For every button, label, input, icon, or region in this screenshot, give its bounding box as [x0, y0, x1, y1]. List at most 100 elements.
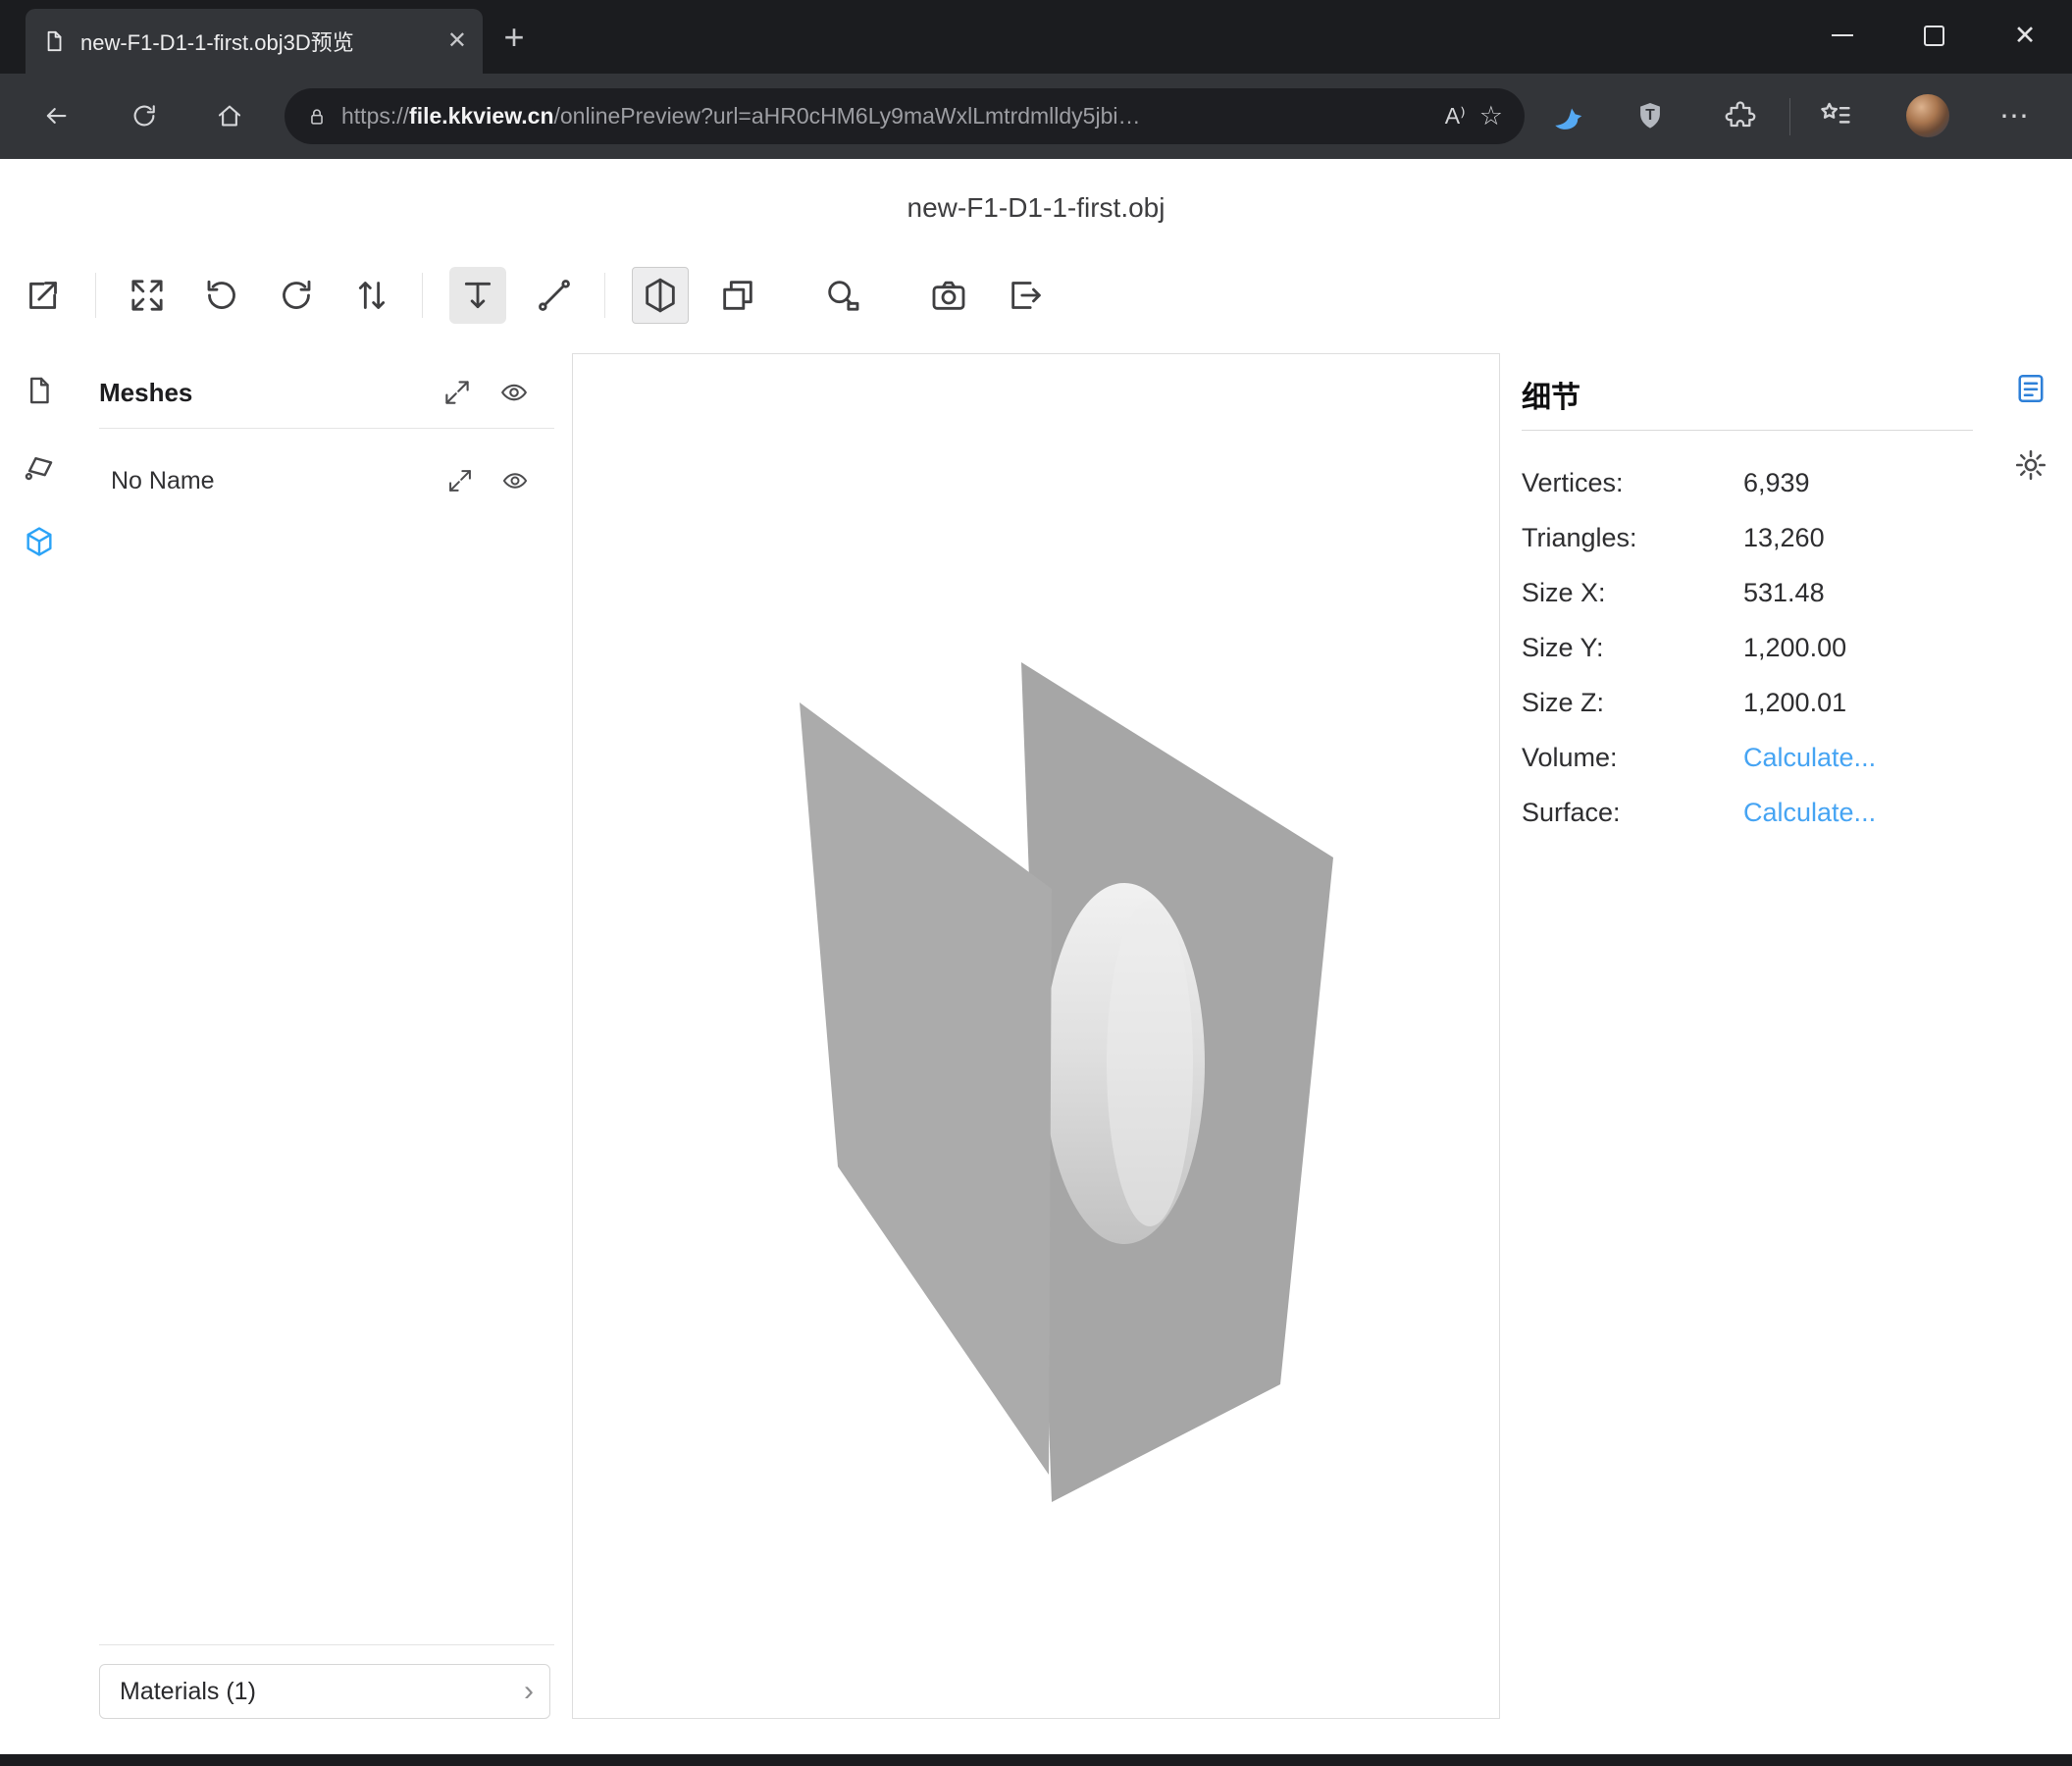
- details-rows: Vertices: 6,939 Triangles: 13,260 Size X…: [1522, 455, 1973, 840]
- window-close-button[interactable]: ✕: [1994, 0, 2056, 71]
- minimize-icon: [1832, 34, 1853, 36]
- details-row-volume: Volume: Calculate...: [1522, 730, 1973, 785]
- calculate-surface-link[interactable]: Calculate...: [1743, 798, 1876, 828]
- settings-button[interactable]: [2011, 445, 2050, 485]
- toolbar-divider: [1789, 98, 1790, 135]
- detail-label: Surface:: [1522, 798, 1743, 828]
- screenshot-button[interactable]: [920, 267, 977, 324]
- fit-mesh-button[interactable]: [446, 467, 474, 494]
- window-maximize-button[interactable]: [1902, 0, 1965, 71]
- rotate-cw-icon: [277, 276, 316, 315]
- details-row-size-z: Size Z: 1,200.01: [1522, 675, 1973, 730]
- home-button[interactable]: [205, 91, 254, 140]
- favorites-hub-button[interactable]: [1811, 91, 1860, 140]
- panel-divider: [99, 1644, 554, 1645]
- meshes-panel-header: Meshes: [99, 370, 554, 415]
- page-document-icon: [41, 28, 67, 54]
- detail-label: Vertices:: [1522, 468, 1743, 498]
- view-3d-button[interactable]: [632, 267, 689, 324]
- toggle-details-panel-button[interactable]: [2011, 369, 2050, 408]
- detail-label: Size Y:: [1522, 633, 1743, 663]
- extensions-button[interactable]: [1716, 91, 1765, 140]
- flip-vertical-button[interactable]: [343, 267, 400, 324]
- mesh-list-item[interactable]: No Name: [99, 458, 554, 503]
- back-arrow-icon: [41, 101, 71, 130]
- read-aloud-icon[interactable]: A⁾: [1445, 103, 1466, 130]
- favorite-star-icon[interactable]: ☆: [1479, 101, 1503, 131]
- box-3d-icon: [641, 276, 680, 315]
- fit-view-button[interactable]: [119, 267, 176, 324]
- stacked-squares-icon: [718, 276, 757, 315]
- open-model-button[interactable]: [15, 267, 72, 324]
- sidebar-file-info-button[interactable]: [20, 371, 59, 410]
- bird-icon: [1550, 98, 1585, 133]
- rotate-right-button[interactable]: [268, 267, 325, 324]
- meshes-panel-title: Meshes: [99, 378, 415, 408]
- rotate-left-button[interactable]: [193, 267, 250, 324]
- rotate-ccw-icon: [202, 276, 241, 315]
- detail-value: 6,939: [1743, 468, 1810, 498]
- view-ortho-button[interactable]: [709, 267, 766, 324]
- browser-menu-button[interactable]: ⋯: [1991, 91, 2040, 140]
- panel-divider: [1522, 430, 1973, 431]
- window-bottom-edge: [0, 1754, 2072, 1766]
- extension-bird-button[interactable]: [1543, 91, 1592, 140]
- profile-avatar[interactable]: [1906, 94, 1949, 137]
- export-button[interactable]: [998, 267, 1055, 324]
- details-panel-title: 细节: [1522, 373, 1580, 416]
- svg-text:T: T: [1645, 107, 1655, 124]
- shield-t-icon: T: [1633, 99, 1667, 132]
- cube-icon: [23, 525, 56, 558]
- page-title: new-F1-D1-1-first.obj: [0, 192, 2072, 224]
- new-tab-button[interactable]: +: [491, 14, 538, 61]
- uv-sheet-icon: [23, 449, 56, 483]
- panel-divider: [99, 428, 554, 429]
- refresh-icon: [130, 101, 159, 130]
- toggle-all-visibility-button[interactable]: [499, 378, 529, 407]
- model-viewport[interactable]: [572, 353, 1500, 1719]
- move-axis-icon: [458, 276, 497, 315]
- refresh-button[interactable]: [120, 91, 169, 140]
- up-down-arrows-icon: [352, 276, 391, 315]
- measure-line-button[interactable]: [526, 267, 583, 324]
- sidebar-model-tree-button[interactable]: [20, 522, 59, 561]
- expand-diagonal-icon: [446, 467, 474, 494]
- eye-icon: [499, 378, 529, 407]
- detail-label: Triangles:: [1522, 523, 1743, 553]
- toolbar-separator: [95, 273, 96, 318]
- browser-titlebar: new-F1-D1-1-first.obj3D预览 ✕ + ✕: [0, 0, 2072, 74]
- tab-close-icon[interactable]: ✕: [447, 29, 467, 53]
- detail-value: 531.48: [1743, 578, 1825, 608]
- maximize-icon: [1924, 26, 1944, 46]
- url-host: file.kkview.cn: [409, 103, 553, 129]
- details-row-size-x: Size X: 531.48: [1522, 565, 1973, 620]
- materials-button-label: Materials (1): [120, 1678, 524, 1706]
- model-cylinder-highlight: [1107, 901, 1193, 1226]
- detail-value: 1,200.00: [1743, 633, 1846, 663]
- expand-diagonal-icon: [442, 378, 472, 407]
- browser-tab[interactable]: new-F1-D1-1-first.obj3D预览 ✕: [26, 9, 483, 74]
- toggle-mesh-visibility-button[interactable]: [501, 467, 529, 494]
- extension-shield-button[interactable]: T: [1626, 91, 1675, 140]
- detail-value: 1,200.01: [1743, 688, 1846, 718]
- export-arrow-icon: [1007, 276, 1046, 315]
- calculate-volume-link[interactable]: Calculate...: [1743, 743, 1876, 773]
- translate-tool-button[interactable]: [449, 267, 506, 324]
- fit-all-meshes-button[interactable]: [442, 378, 472, 407]
- address-bar[interactable]: https://file.kkview.cn/onlinePreview?url…: [285, 88, 1525, 144]
- details-row-vertices: Vertices: 6,939: [1522, 455, 1973, 510]
- inspect-zoom-button[interactable]: [814, 267, 871, 324]
- lock-icon: [306, 106, 328, 128]
- expand-arrows-icon: [128, 276, 167, 315]
- back-button[interactable]: [31, 91, 80, 140]
- mesh-name: No Name: [111, 467, 419, 495]
- preview-page: new-F1-D1-1-first.obj: [0, 159, 2072, 1754]
- model-render: [573, 354, 1499, 1718]
- camera-icon: [929, 276, 968, 315]
- details-row-triangles: Triangles: 13,260: [1522, 510, 1973, 565]
- tab-title: new-F1-D1-1-first.obj3D预览: [80, 26, 434, 57]
- toolbar-separator: [604, 273, 605, 318]
- sidebar-materials-button[interactable]: [20, 446, 59, 486]
- window-minimize-button[interactable]: [1811, 0, 1874, 71]
- materials-button[interactable]: Materials (1) ›: [99, 1664, 550, 1719]
